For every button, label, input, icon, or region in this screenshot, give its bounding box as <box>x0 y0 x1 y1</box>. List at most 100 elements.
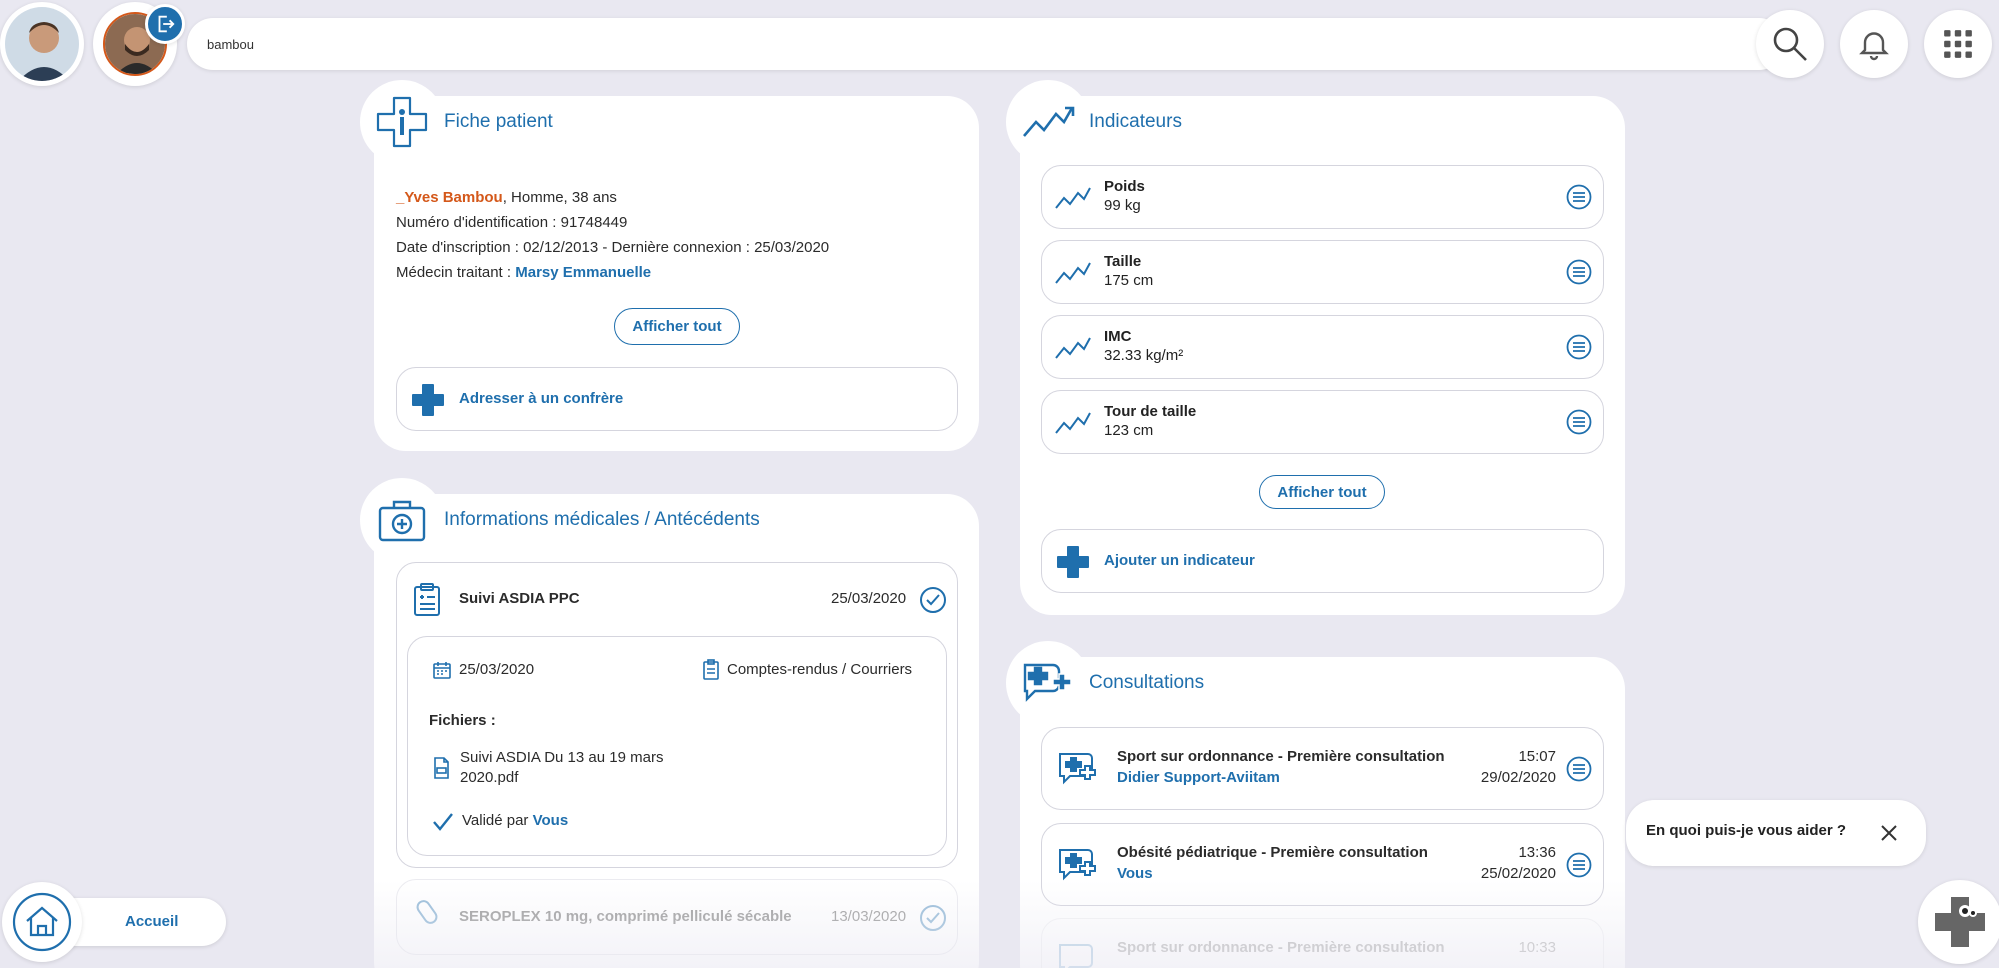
pill-icon <box>416 900 438 924</box>
apps-grid-icon <box>1944 30 1972 58</box>
add-indicator-label: Ajouter un indicateur <box>1104 552 1255 569</box>
avatar <box>3 5 81 83</box>
refer-colleague-button[interactable]: Adresser à un confrère <box>396 367 958 431</box>
consultation-icon <box>1059 849 1096 881</box>
medical-entry-2[interactable]: SEROPLEX 10 mg, comprimé pelliculé sécab… <box>396 879 958 955</box>
notifications-button[interactable] <box>1840 10 1908 78</box>
consultations-card-title: Consultations <box>1089 672 1205 693</box>
consultation-title: Obésité pédiatrique - Première consultat… <box>1117 844 1428 861</box>
detail-category: Comptes-rendus / Courriers <box>727 661 913 678</box>
consultation-doctor-link[interactable]: Vous <box>1117 865 1153 882</box>
indicator-name: IMC <box>1104 328 1132 345</box>
home-label: Accueil <box>125 913 179 930</box>
trend-icon <box>1055 262 1091 284</box>
file-link[interactable]: Suivi ASDIA Du 13 au 19 mars 2020.pdf <box>460 748 663 788</box>
indicator-row-height[interactable]: Taille 175 cm <box>1041 240 1604 304</box>
clipboard-icon <box>414 583 440 616</box>
user-avatar-button[interactable] <box>0 2 84 86</box>
doctor-label: Médecin traitant : <box>396 264 516 281</box>
consultation-title: Sport sur ordonnance - Première consulta… <box>1117 748 1445 765</box>
apps-menu-button[interactable] <box>1924 10 1992 78</box>
plus-icon <box>1057 546 1089 578</box>
indicator-name: Taille <box>1104 253 1142 270</box>
validated-by: Validé par Vous <box>462 812 568 829</box>
indicator-value: 175 cm <box>1104 272 1154 289</box>
consultation-row[interactable]: Sport sur ordonnance - Première consulta… <box>1041 727 1604 810</box>
validated-by-link[interactable]: Vous <box>533 812 569 829</box>
home-button[interactable] <box>2 882 82 962</box>
indicator-name: Poids <box>1104 178 1145 195</box>
consultation-doctor-link[interactable]: Didier Support-Aviitam <box>1117 769 1280 786</box>
search-input[interactable] <box>207 36 1607 52</box>
list-icon[interactable] <box>1566 409 1592 435</box>
trend-chart-icon <box>1023 106 1075 137</box>
patient-id: Numéro d'identification : 91748449 <box>396 214 628 231</box>
consultation-date: 29/02/2020 <box>1480 769 1556 786</box>
patient-identity: _Yves Bambou, Homme, 38 ans <box>396 189 617 206</box>
bell-icon <box>1859 32 1889 61</box>
consultation-icon <box>1059 753 1096 785</box>
calendar-icon <box>433 662 451 679</box>
search-bar <box>187 18 1785 70</box>
patient-cross-icon <box>376 96 428 148</box>
trend-icon <box>1055 187 1091 209</box>
medical-entry-title: Suivi ASDIA PPC <box>459 590 580 607</box>
patient-gender-age: , Homme, 38 ans <box>502 189 617 206</box>
trend-icon <box>1055 412 1091 434</box>
indicator-row-waist[interactable]: Tour de taille 123 cm <box>1041 390 1604 454</box>
list-icon[interactable] <box>1566 259 1592 285</box>
refer-colleague-label: Adresser à un confrère <box>459 390 624 407</box>
patient-card-title: Fiche patient <box>444 111 553 132</box>
file-name-line1: Suivi ASDIA Du 13 au 19 mars <box>460 749 664 766</box>
indicator-row-bmi[interactable]: IMC 32.33 kg/m² <box>1041 315 1604 379</box>
assistant-mascot-icon <box>1935 897 1985 947</box>
indicator-text: Poids 99 kg <box>1104 178 1145 214</box>
chat-question: En quoi puis-je vous aider ? <box>1646 822 1847 839</box>
validated-check-icon[interactable] <box>919 586 947 614</box>
consultation-icon <box>1023 663 1072 702</box>
patient-show-all-button[interactable]: Afficher tout <box>614 308 740 345</box>
trend-icon <box>1055 337 1091 359</box>
file-name-line2: 2020.pdf <box>460 769 519 786</box>
doctor-link[interactable]: Marsy Emmanuelle <box>515 264 651 281</box>
consultation-title: Sport sur ordonnance - Première consulta… <box>1117 939 1445 956</box>
list-icon[interactable] <box>1566 334 1592 360</box>
files-label: Fichiers : <box>429 712 496 729</box>
consultation-time: 13:36 <box>1518 844 1556 861</box>
medical-kit-icon <box>378 500 426 542</box>
check-icon <box>433 813 453 831</box>
add-indicator-button[interactable]: Ajouter un indicateur <box>1041 529 1604 593</box>
home-icon <box>12 892 72 952</box>
close-icon[interactable] <box>1879 823 1899 843</box>
consultation-row[interactable]: Sport sur ordonnance - Première consulta… <box>1041 918 1604 968</box>
bottom-fade <box>0 880 1999 968</box>
patient-name[interactable]: _Yves Bambou <box>396 189 503 206</box>
logout-icon <box>158 15 175 33</box>
patient-dates: Date d'inscription : 02/12/2013 - Derniè… <box>396 239 830 256</box>
pdf-file-icon <box>434 757 449 779</box>
medical-entry-2-title: SEROPLEX 10 mg, comprimé pelliculé sécab… <box>459 908 792 925</box>
detail-date: 25/03/2020 <box>459 661 535 678</box>
indicators-show-all-button[interactable]: Afficher tout <box>1259 475 1385 509</box>
indicator-row-weight[interactable]: Poids 99 kg <box>1041 165 1604 229</box>
validated-label: Validé par <box>462 812 533 829</box>
logout-button[interactable] <box>145 4 185 44</box>
indicator-text: Tour de taille 123 cm <box>1104 403 1196 439</box>
indicators-card-title: Indicateurs <box>1089 111 1182 132</box>
list-icon[interactable] <box>1566 184 1592 210</box>
indicator-text: IMC 32.33 kg/m² <box>1104 328 1183 364</box>
medical-entry-date: 25/03/2020 <box>831 590 907 607</box>
assistant-button[interactable] <box>1918 880 1999 964</box>
list-icon[interactable] <box>1566 852 1592 878</box>
validated-check-icon-2[interactable] <box>919 904 947 932</box>
search-button[interactable] <box>1756 10 1824 78</box>
plus-icon <box>412 384 444 416</box>
chat-bubble: En quoi puis-je vous aider ? <box>1626 800 1926 866</box>
consultation-time: 10:33 <box>1518 939 1556 956</box>
indicator-value: 99 kg <box>1104 197 1141 214</box>
document-category-icon <box>703 659 719 680</box>
list-icon[interactable] <box>1566 756 1592 782</box>
search-icon <box>1773 27 1807 61</box>
patient-card-badge <box>360 80 444 164</box>
consultation-row[interactable]: Obésité pédiatrique - Première consultat… <box>1041 823 1604 906</box>
